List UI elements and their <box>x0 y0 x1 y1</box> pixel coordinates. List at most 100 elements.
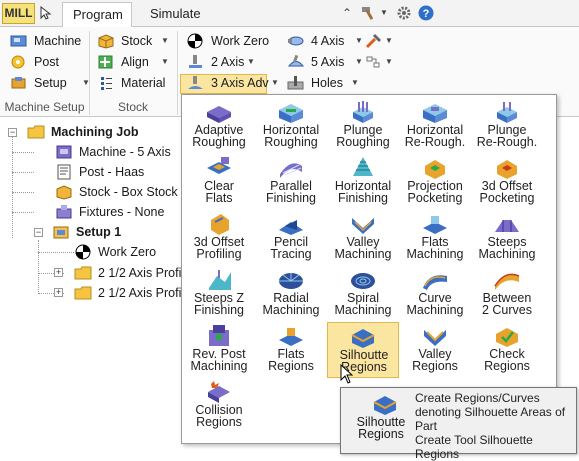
menu-item-flats-regions[interactable]: Flats Regions <box>255 322 327 378</box>
ribbon-tab-bar: MILL Program Simulate ⌃ ▼ ? <box>0 0 579 28</box>
5-axis-icon <box>287 54 304 67</box>
tab-program[interactable]: Program <box>62 2 132 28</box>
post-icon <box>57 164 71 180</box>
spiral-machining-icon <box>351 273 375 289</box>
steeps-z-finishing-icon <box>209 270 231 290</box>
material-icon <box>101 77 112 90</box>
silhoutte-regions-icon <box>351 329 375 348</box>
menu-item-rev-post-machining[interactable]: Rev. Post Machining <box>183 322 255 378</box>
chevron-up-icon[interactable]: ⌃ <box>342 5 352 21</box>
expand-toggle[interactable]: + <box>54 288 63 297</box>
silhoutte-regions-icon <box>373 396 397 415</box>
dropdown-arrow-icon[interactable]: ▼ <box>351 73 359 93</box>
work-zero-icon <box>187 33 203 49</box>
post-icon <box>11 55 25 69</box>
dropdown-arrow-icon[interactable]: ▼ <box>355 31 363 51</box>
radial-machining-icon <box>279 273 303 289</box>
menu-item-horizontal-rerough[interactable]: Horizontal Re-Rough. <box>399 98 471 154</box>
setup-icon <box>53 226 69 239</box>
horizontal-rerough-icon <box>423 104 447 123</box>
expand-toggle[interactable]: + <box>54 268 63 277</box>
gear-icon[interactable] <box>396 5 412 21</box>
dropdown-arrow-icon[interactable]: ▼ <box>247 52 255 72</box>
parallel-finishing-icon <box>280 163 302 178</box>
menu-item-silhoutte-regions[interactable]: Silhoutte Regions <box>327 322 399 378</box>
dropdown-arrow-icon[interactable]: ▼ <box>355 52 363 72</box>
dropdown-arrow-icon[interactable]: ▼ <box>161 31 169 51</box>
dropdown-arrow-icon[interactable]: ▼ <box>271 73 279 93</box>
tree-guide-line <box>12 212 34 213</box>
menu-item-plunge-roughing[interactable]: Plunge Roughing <box>327 98 399 154</box>
tooltip-line-2: Create Tool Silhouette Regions <box>415 433 533 461</box>
menu-item-spiral-machining[interactable]: Spiral Machining <box>327 266 399 322</box>
align-icon <box>98 55 113 69</box>
tree-guide-line <box>12 172 34 173</box>
menu-item-horizontal-roughing[interactable]: Horizontal Roughing <box>255 98 327 154</box>
menu-item-radial-machining[interactable]: Radial Machining <box>255 266 327 322</box>
projection-pocketing-icon <box>425 160 445 179</box>
adaptive-roughing-icon <box>207 106 231 123</box>
plunge-rerough-icon <box>497 102 517 123</box>
tree-guide-line <box>38 252 74 253</box>
group-label-machine-setup: Machine Setup <box>4 100 85 114</box>
steeps-machining-icon <box>495 220 519 232</box>
tree-guide-line <box>12 152 34 153</box>
tooltip-silhoutte-regions: Silhoutte Regions Create Regions/Curves … <box>340 387 577 461</box>
toolpath-group-icon <box>366 56 380 68</box>
folder-icon <box>74 286 92 300</box>
tools-icon <box>365 33 382 49</box>
holes-icon <box>287 76 304 90</box>
dropdown-arrow-icon[interactable]: ▼ <box>385 52 393 72</box>
curve-machining-icon <box>423 275 447 290</box>
menu-item-projection-pocketing[interactable]: Projection Pocketing <box>399 154 471 210</box>
menu-item-steeps-z-finishing[interactable]: Steeps Z Finishing <box>183 266 255 322</box>
cursor-icon[interactable] <box>39 6 53 20</box>
plunge-roughing-icon <box>353 101 373 123</box>
clear-flats-icon <box>207 157 231 174</box>
menu-item-curve-machining[interactable]: Curve Machining <box>399 266 471 322</box>
menu-item-3d-offset-profiling[interactable]: 3d Offset Profiling <box>183 210 255 266</box>
menu-item-clear-flats[interactable]: Clear Flats <box>183 154 255 210</box>
dropdown-arrow-icon[interactable]: ▼ <box>385 31 393 51</box>
pencil-tracing-icon <box>279 220 303 235</box>
menu-item-between-2-curves[interactable]: Between 2 Curves <box>471 266 543 322</box>
collapse-toggle[interactable]: − <box>34 228 43 237</box>
tooltip-title: Silhoutte Regions <box>356 415 406 441</box>
3d-offset-pocketing-icon <box>497 160 517 179</box>
hammer-icon[interactable] <box>360 5 378 21</box>
menu-item-steeps-machining[interactable]: Steeps Machining <box>471 210 543 266</box>
menu-item-3d-offset-pocketing[interactable]: 3d Offset Pocketing <box>471 154 543 210</box>
tab-simulate[interactable]: Simulate <box>140 2 211 27</box>
check-regions-icon <box>496 328 518 347</box>
dropdown-arrow-icon[interactable]: ▼ <box>380 5 388 21</box>
mill-app-button[interactable]: MILL <box>2 3 35 24</box>
svg-text:?: ? <box>423 8 430 20</box>
menu-item-horizontal-finishing[interactable]: Horizontal Finishing <box>327 154 399 210</box>
menu-item-plunge-rerough[interactable]: Plunge Re-Rough. <box>471 98 543 154</box>
flats-regions-icon <box>279 328 303 346</box>
menu-item-valley-machining[interactable]: Valley Machining <box>327 210 399 266</box>
menu-item-pencil-tracing[interactable]: Pencil Tracing <box>255 210 327 266</box>
flats-machining-icon <box>423 216 447 234</box>
menu-item-collision-regions[interactable]: Collision Regions <box>183 378 255 434</box>
folder-icon <box>27 125 45 139</box>
3d-offset-profiling-icon <box>211 214 229 235</box>
menu-item-valley-regions[interactable]: Valley Regions <box>399 322 471 378</box>
setup-icon <box>11 77 26 89</box>
menu-item-adaptive-roughing[interactable]: Adaptive Roughing <box>183 98 255 154</box>
menu-item-flats-machining[interactable]: Flats Machining <box>399 210 471 266</box>
4-axis-icon <box>288 36 304 46</box>
valley-machining-icon <box>352 218 374 234</box>
collapse-toggle[interactable]: − <box>8 128 17 137</box>
help-icon[interactable]: ? <box>418 5 434 21</box>
rev-post-machining-icon <box>209 325 229 346</box>
menu-item-parallel-finishing[interactable]: Parallel Finishing <box>255 154 327 210</box>
fixtures-icon <box>56 205 72 219</box>
horizontal-finishing-icon <box>353 157 373 176</box>
between-2-curves-icon <box>494 273 520 290</box>
tree-guide-line <box>38 240 39 294</box>
group-divider <box>177 31 178 115</box>
menu-item-check-regions[interactable]: Check Regions <box>471 322 543 378</box>
dropdown-arrow-icon[interactable]: ▼ <box>161 52 169 72</box>
tooltip-line-1: Create Regions/Curves denoting Silhouett… <box>415 391 566 433</box>
